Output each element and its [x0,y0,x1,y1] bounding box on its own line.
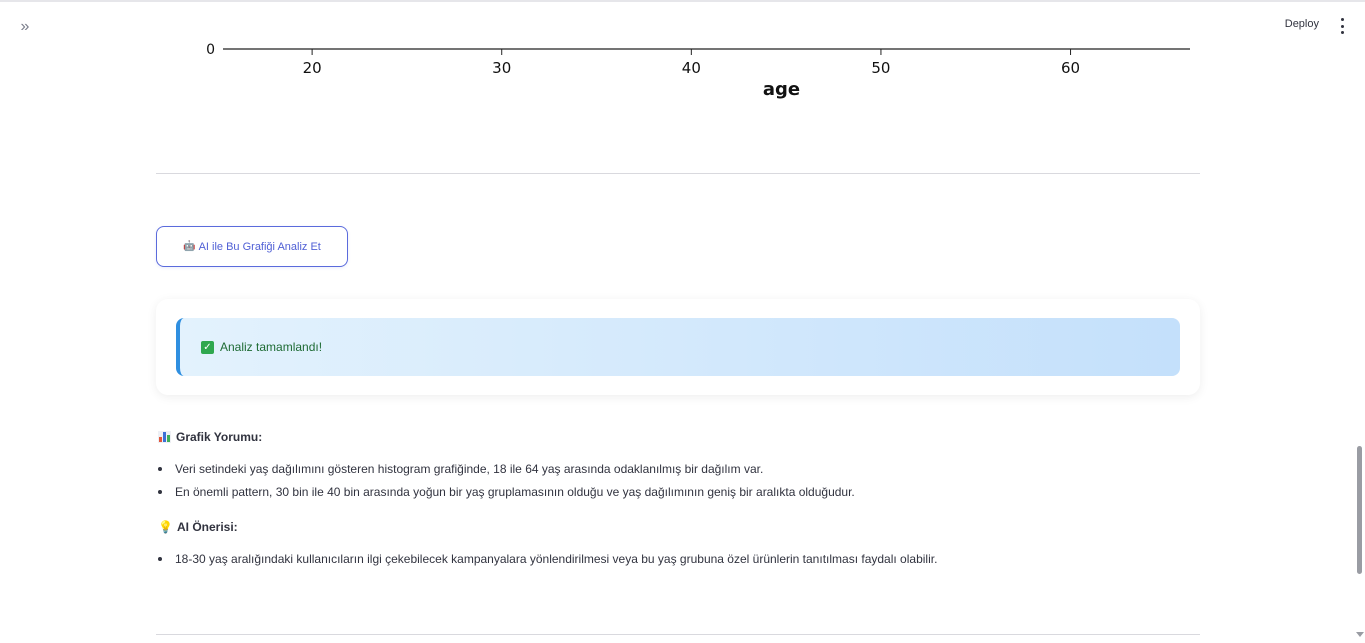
analyze-chart-with-ai-button[interactable]: 🤖 AI ile Bu Grafiği Analiz Et [156,226,348,267]
x-tick-label: 60 [1061,59,1080,77]
check-box-icon: ✓ [201,340,214,354]
analyze-button-label: AI ile Bu Grafiği Analiz Et [198,240,321,253]
analysis-result-card: ✓ Analiz tamamlandı! [156,299,1200,395]
x-tick-label: 30 [492,59,511,77]
interpretation-heading: Grafik Yorumu: [158,430,262,444]
recommendation-list: 18-30 yaş aralığındaki kullanıcıların il… [158,548,937,571]
recommendation-title: AI Önerisi: [177,520,238,534]
deploy-button[interactable]: Deploy [1285,18,1319,30]
main-menu-button[interactable] [1337,18,1347,34]
x-tick-label: 50 [871,59,890,77]
robot-icon: 🤖 [183,241,196,252]
section-divider [156,634,1200,635]
y-tick-label: 0 [206,42,215,58]
success-alert: ✓ Analiz tamamlandı! [176,318,1180,376]
scroll-down-arrow-icon[interactable] [1356,632,1364,637]
list-item: 18-30 yaş aralığındaki kullanıcıların il… [158,548,937,571]
double-chevron-right-icon: » [20,18,30,35]
kebab-menu-icon [1340,18,1344,21]
x-tick-label: 20 [303,59,322,77]
bar-chart-icon [158,431,171,443]
x-tick-label: 40 [682,59,701,77]
light-bulb-icon: 💡 [158,520,173,534]
interpretation-title: Grafik Yorumu: [176,430,263,444]
section-divider [156,173,1200,174]
list-item: Veri setindeki yaş dağılımını gösteren h… [158,458,855,481]
x-axis-title: age [763,79,800,100]
interpretation-list: Veri setindeki yaş dağılımını gösteren h… [158,458,855,504]
recommendation-heading: 💡 AI Önerisi: [158,520,238,534]
success-alert-text: Analiz tamamlandı! [220,340,323,354]
expand-sidebar-button[interactable]: » [14,16,36,38]
list-item: En önemli pattern, 30 bin ile 40 bin ara… [158,481,855,504]
age-histogram-chart: 0 20 30 40 50 60 age [206,42,1190,100]
scrollbar-thumb[interactable] [1357,446,1362,574]
